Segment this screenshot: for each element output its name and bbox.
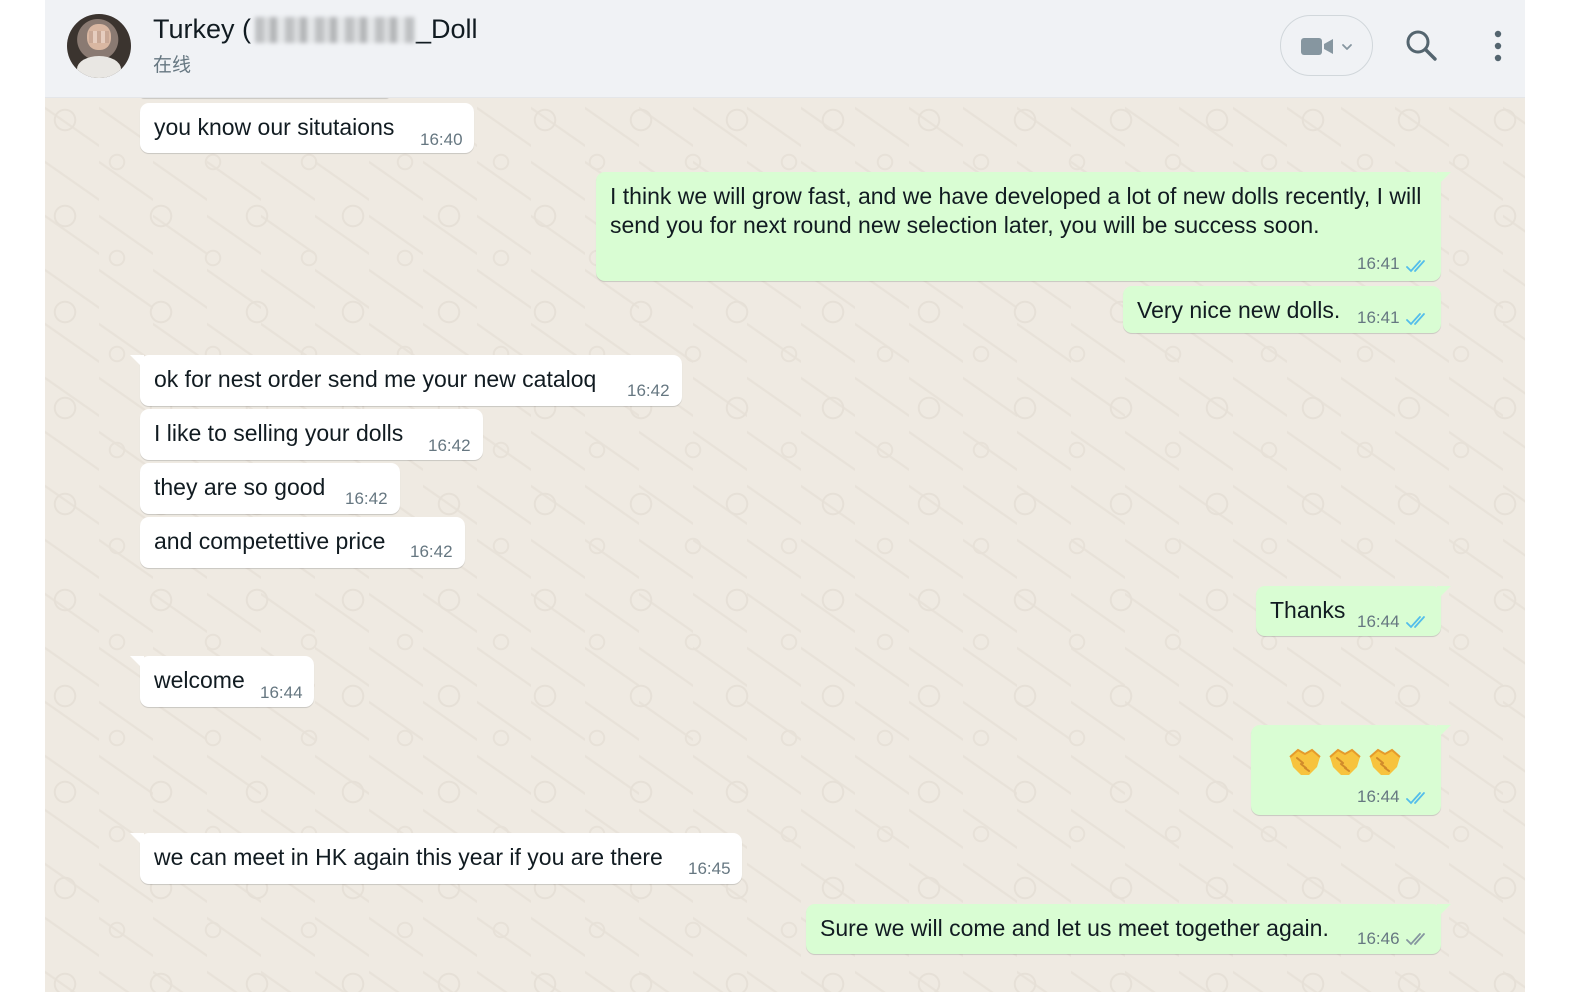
message-time: 16:45 <box>688 859 731 878</box>
message-text: I like to selling your dolls <box>154 420 404 446</box>
message-text: they are so good <box>154 474 326 500</box>
video-camera-icon <box>1301 38 1352 55</box>
contact-name-suffix: _Doll <box>416 14 478 45</box>
message-time: 16:44 <box>1357 612 1400 631</box>
contact-avatar[interactable] <box>67 14 131 78</box>
delivered-receipt-icon <box>1406 933 1425 946</box>
message-bubble-outgoing[interactable]: Thanks 16:44 <box>1256 586 1441 636</box>
message-time: 16:41 <box>1357 308 1400 327</box>
message-text: and competettive price <box>154 528 386 554</box>
chat-header: Turkey ( _Doll 在线 <box>45 0 1525 98</box>
chat-window: Turkey ( _Doll 在线 you know our situtaions… <box>45 0 1525 992</box>
message-bubble-outgoing[interactable]: I think we will grow fast, and we have d… <box>596 172 1441 281</box>
message-bubble-outgoing[interactable]: 16:44 <box>1251 725 1441 815</box>
message-time: 16:41 <box>1357 254 1400 273</box>
contact-name[interactable]: Turkey ( _Doll <box>153 13 478 45</box>
message-time: 16:42 <box>428 436 471 455</box>
redacted-name-segment <box>255 16 416 43</box>
message-time: 16:44 <box>260 683 303 702</box>
message-text: Very nice new dolls. <box>1137 297 1341 323</box>
message-bubble-incoming[interactable]: I like to selling your dolls 16:42 <box>140 409 483 460</box>
message-time: 16:42 <box>345 489 388 508</box>
message-text: ok for nest order send me your new catal… <box>154 366 597 392</box>
read-receipt-icon <box>1406 313 1425 326</box>
contact-name-prefix: Turkey ( <box>153 14 252 45</box>
emoji-row <box>1287 745 1407 786</box>
message-bubble-incoming[interactable]: welcome 16:44 <box>140 656 314 707</box>
message-bubble-incoming[interactable]: ok for nest order send me your new catal… <box>140 355 682 406</box>
message-time: 16:40 <box>420 130 463 149</box>
message-list[interactable]: you know our situtaions 16:40 I think we… <box>45 98 1525 992</box>
presence-status: 在线 <box>153 54 192 76</box>
message-text: Sure we will come and let us meet togeth… <box>820 915 1329 941</box>
handshake-emoji-icon <box>1369 748 1401 775</box>
handshake-emoji-icon <box>1329 748 1361 775</box>
message-bubble-outgoing[interactable]: Sure we will come and let us meet togeth… <box>806 904 1441 954</box>
message-time: 16:42 <box>410 542 453 561</box>
video-call-button[interactable] <box>1280 15 1373 76</box>
message-bubble-incoming[interactable]: we can meet in HK again this year if you… <box>140 833 742 884</box>
message-bubble-incoming[interactable]: they are so good 16:42 <box>140 463 400 514</box>
message-bubble-incoming[interactable]: and competettive price 16:42 <box>140 517 465 568</box>
search-icon[interactable] <box>1404 28 1438 62</box>
message-text: I think we will grow fast, and we have d… <box>610 183 1422 238</box>
read-receipt-icon <box>1406 260 1425 273</box>
message-text: Thanks <box>1270 597 1346 623</box>
message-text: you know our situtaions <box>154 114 395 140</box>
message-bubble-incoming[interactable]: you know our situtaions 16:40 <box>140 103 474 153</box>
message-bubble-outgoing[interactable]: Very nice new dolls. 16:41 <box>1123 286 1441 333</box>
message-time: 16:44 <box>1357 787 1400 806</box>
handshake-emoji-icon <box>1289 748 1321 775</box>
read-receipt-icon <box>1406 792 1425 805</box>
message-time: 16:42 <box>627 381 670 400</box>
kebab-menu-icon[interactable] <box>1488 28 1508 64</box>
chevron-down-icon <box>1342 44 1352 50</box>
message-text: we can meet in HK again this year if you… <box>154 844 663 870</box>
message-time: 16:46 <box>1357 929 1400 948</box>
read-receipt-icon <box>1406 616 1425 629</box>
message-text: welcome <box>154 667 245 693</box>
